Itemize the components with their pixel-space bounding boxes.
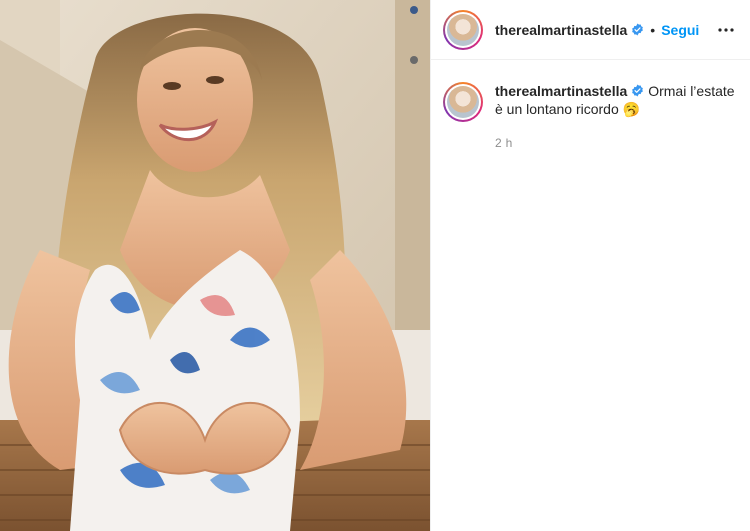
caption-comment: therealmartinastella Ormai l’estate è un… <box>431 60 750 152</box>
caption-body: therealmartinastella Ormai l’estate è un… <box>495 82 735 152</box>
post-timestamp[interactable]: 2 h <box>495 134 735 152</box>
post-side-panel: therealmartinastella • Segui therealmart… <box>430 0 750 531</box>
verified-badge-icon <box>632 84 644 97</box>
header-separator: • <box>650 21 656 38</box>
caption-username[interactable]: therealmartinastella <box>495 83 627 99</box>
author-username[interactable]: therealmartinastella <box>495 22 627 38</box>
instagram-post: therealmartinastella • Segui therealmart… <box>0 0 750 531</box>
more-options-icon[interactable] <box>714 18 738 42</box>
author-avatar[interactable] <box>443 9 483 50</box>
verified-badge-icon <box>632 23 644 36</box>
post-photo[interactable] <box>0 0 430 531</box>
follow-button[interactable]: Segui <box>661 22 699 38</box>
post-photo-illustration <box>0 0 430 531</box>
caption-avatar[interactable] <box>443 82 483 122</box>
post-header: therealmartinastella • Segui <box>431 0 750 60</box>
